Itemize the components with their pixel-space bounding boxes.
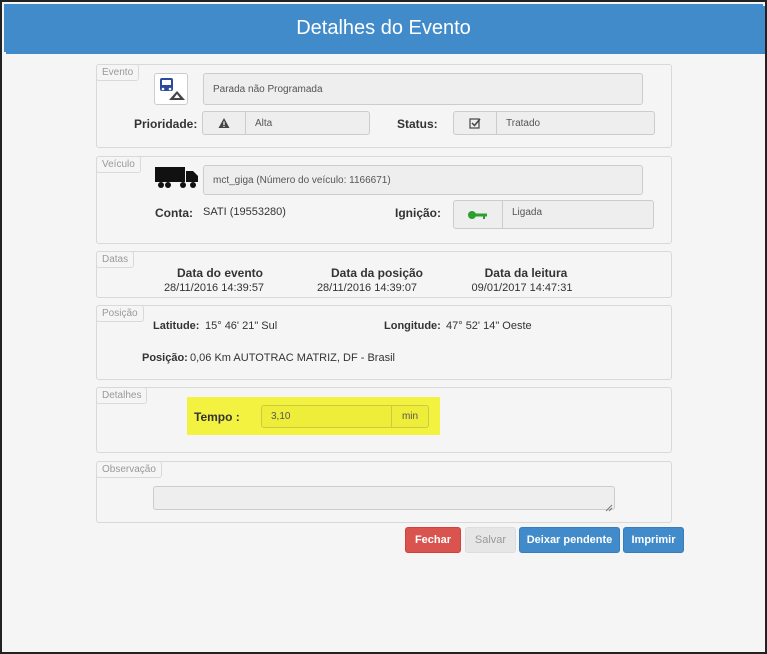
prioridade-label: Prioridade:: [134, 117, 198, 131]
longitude-label: Longitude:: [384, 320, 441, 332]
resize-handle-icon[interactable]: [605, 499, 613, 512]
legend-posicao: Posição: [96, 305, 144, 322]
status-label: Status:: [397, 117, 438, 131]
data-posicao-value: 28/11/2016 14:39:07: [316, 282, 418, 294]
checkbox-icon: [453, 111, 497, 135]
key-icon: [453, 200, 503, 229]
tempo-unit: min: [391, 405, 429, 428]
warning-icon: [202, 111, 246, 135]
legend-datas: Datas: [96, 251, 135, 268]
latitude-value: 15° 46' 21" Sul: [205, 320, 278, 332]
imprimir-button[interactable]: Imprimir: [623, 527, 684, 553]
truck-icon: [153, 163, 199, 193]
deixar-pendente-button[interactable]: Deixar pendente: [519, 527, 620, 553]
fechar-button[interactable]: Fechar: [405, 527, 461, 553]
data-evento-label: Data do evento: [176, 266, 263, 280]
tempo-label: Tempo :: [194, 410, 240, 424]
page-title: Detalhes do Evento: [296, 17, 471, 39]
ignicao-field[interactable]: Ligada: [502, 200, 654, 229]
data-leitura-value: 09/01/2017 14:47:31: [471, 282, 573, 294]
observacao-textarea[interactable]: [153, 486, 615, 510]
header-bar: Detalhes do Evento: [4, 4, 763, 52]
conta-value: SATI (19553280): [203, 206, 286, 218]
legend-detalhes: Detalhes: [96, 387, 148, 404]
legend-veiculo: Veículo: [96, 156, 141, 173]
evento-tipo-field[interactable]: Parada não Programada: [203, 73, 643, 105]
longitude-value: 47° 52' 14" Oeste: [446, 320, 532, 332]
conta-label: Conta:: [155, 206, 193, 220]
data-leitura-label: Data da leitura: [484, 266, 568, 280]
legend-observacao: Observação: [96, 461, 162, 478]
bus-event-icon: [154, 73, 188, 105]
legend-evento: Evento: [96, 64, 140, 81]
posicao-label: Posição:: [142, 352, 188, 364]
data-posicao-label: Data da posição: [330, 266, 424, 280]
salvar-button[interactable]: Salvar: [465, 527, 516, 553]
data-evento-value: 28/11/2016 14:39:57: [163, 282, 265, 294]
latitude-label: Latitude:: [153, 320, 200, 332]
tempo-field[interactable]: 3,10: [261, 405, 392, 428]
veiculo-nome-field[interactable]: mct_giga (Número do veículo: 1166671): [203, 165, 643, 195]
status-field[interactable]: Tratado: [496, 111, 655, 135]
ignicao-label: Ignição:: [395, 206, 442, 220]
fieldset-posicao: Posição: [96, 305, 672, 380]
prioridade-field[interactable]: Alta: [245, 111, 370, 135]
posicao-value: 0,06 Km AUTOTRAC MATRIZ, DF - Brasil: [190, 352, 395, 364]
